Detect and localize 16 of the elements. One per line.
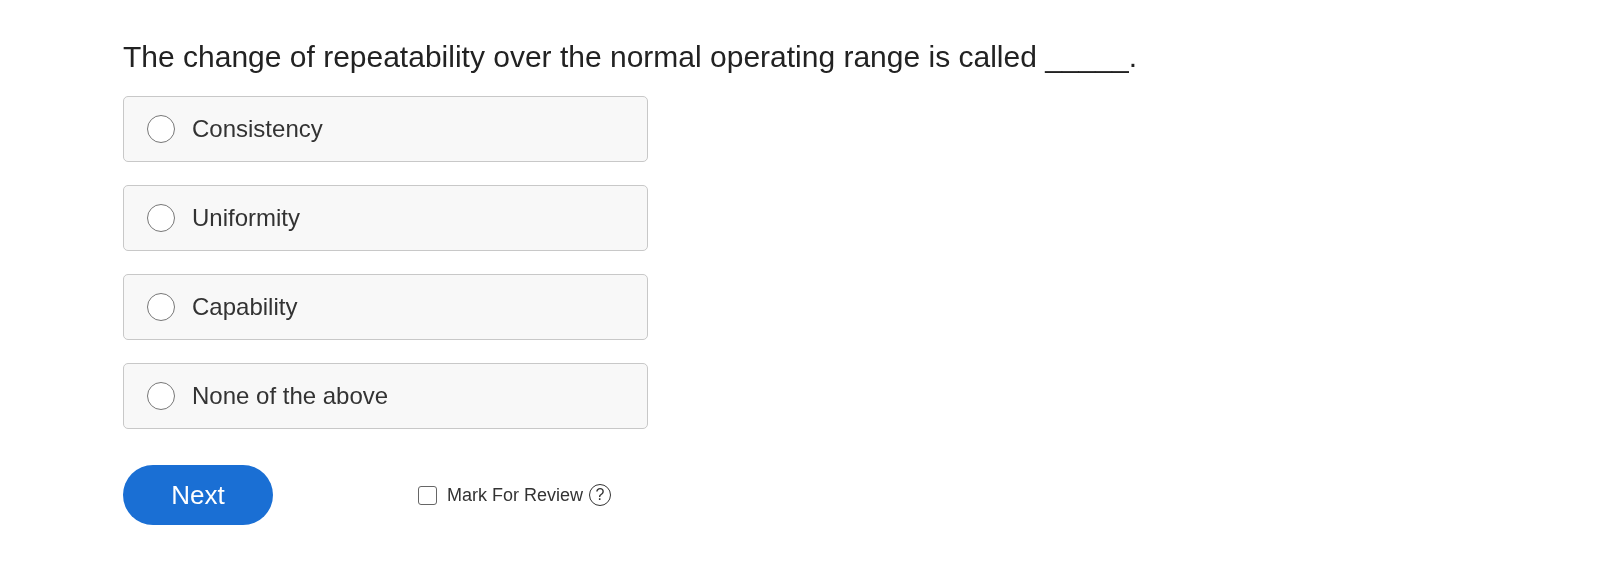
question-text: The change of repeatability over the normal operating range is called _____. — [123, 40, 1138, 74]
review-label: Mark For Review — [447, 484, 584, 506]
radio-button[interactable] — [147, 382, 175, 410]
option-label: Consistency — [192, 115, 323, 143]
radio-button[interactable] — [147, 115, 175, 143]
answer-option[interactable]: Uniformity — [123, 185, 648, 251]
next-button[interactable]: Next — [123, 465, 273, 525]
review-checkbox[interactable] — [418, 485, 437, 505]
answer-option[interactable]: None of the above — [123, 363, 648, 429]
option-label: Capability — [192, 293, 298, 321]
radio-button[interactable] — [147, 204, 175, 232]
option-label: Uniformity — [192, 204, 300, 232]
option-label: None of the above — [192, 382, 389, 410]
answer-option[interactable]: Capability — [123, 274, 648, 340]
radio-button[interactable] — [147, 293, 175, 321]
answer-option[interactable]: Consistency — [123, 96, 648, 162]
